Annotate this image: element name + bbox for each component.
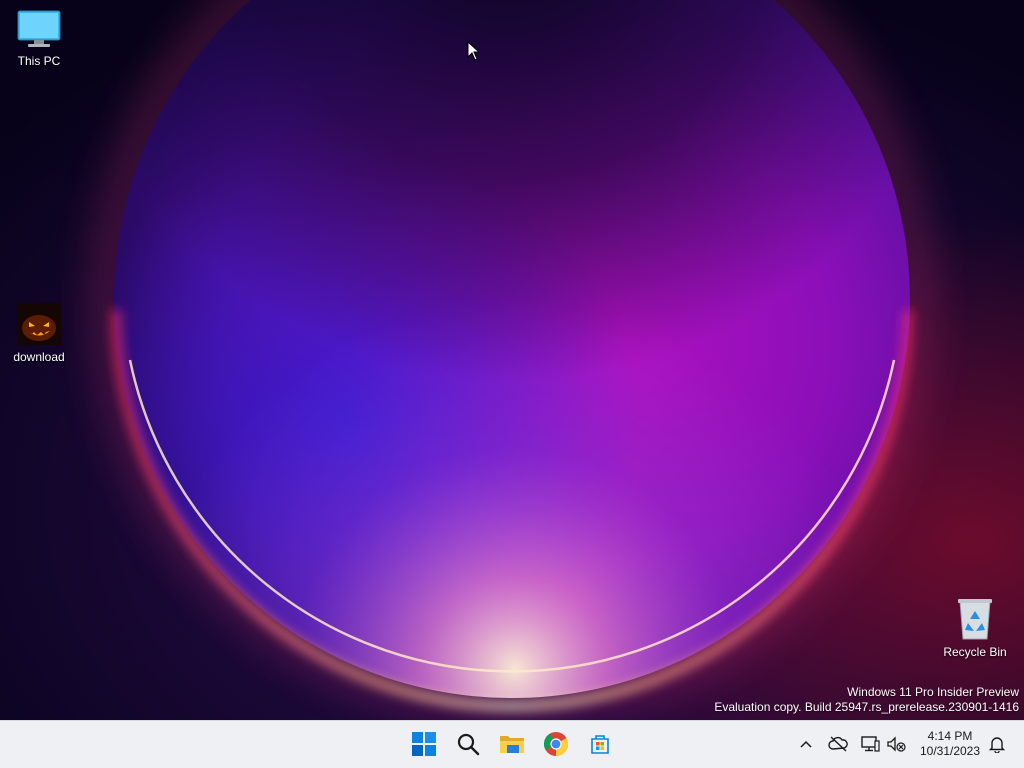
store-button[interactable]: [580, 724, 620, 764]
file-explorer-button[interactable]: [492, 724, 532, 764]
desktop-icon-this-pc[interactable]: This PC: [1, 10, 77, 68]
clock-date: 10/31/2023: [919, 744, 981, 758]
chrome-button[interactable]: [536, 724, 576, 764]
clock-time: 4:14 PM: [927, 729, 973, 743]
search-button[interactable]: [448, 724, 488, 764]
cloud-offline-icon: [828, 736, 848, 752]
watermark-build: Evaluation copy. Build 25947.rs_prerelea…: [714, 700, 1019, 714]
show-hidden-icons-button[interactable]: [795, 733, 817, 755]
watermark-edition: Windows 11 Pro Insider Preview: [847, 685, 1019, 699]
chevron-up-icon: [800, 740, 812, 748]
store-icon: [591, 735, 609, 754]
pumpkin-image-icon: [17, 303, 61, 345]
windows-logo-icon: [412, 732, 436, 756]
recycle-bin-icon: [958, 599, 992, 640]
taskbar-clock[interactable]: 4:14 PM 10/31/2023: [912, 729, 988, 759]
desktop-icon-label: Recycle Bin: [943, 645, 1007, 659]
chrome-icon: [543, 732, 569, 756]
volume-button[interactable]: [885, 733, 907, 755]
monitor-icon: [17, 10, 61, 47]
taskbar: 4:14 PM 10/31/2023: [0, 720, 1024, 768]
desktop-icon-download[interactable]: download: [1, 302, 77, 364]
desktop[interactable]: This PC download Recycle Bin Windows 11 …: [0, 0, 1024, 720]
desktop-icon-label: download: [13, 350, 65, 364]
evaluation-watermark: Windows 11 Pro Insider Preview Evaluatio…: [714, 685, 1019, 715]
notifications-button[interactable]: [986, 733, 1008, 755]
bell-icon: [988, 737, 1006, 753]
network-button[interactable]: [859, 733, 881, 755]
folder-icon: [500, 736, 524, 753]
desktop-icon-recycle-bin[interactable]: Recycle Bin: [937, 597, 1013, 659]
onedrive-button[interactable]: [827, 733, 849, 755]
start-button[interactable]: [404, 724, 444, 764]
mouse-cursor-icon: [467, 41, 481, 61]
speaker-muted-icon: [887, 736, 906, 752]
wallpaper-bloom: [0, 0, 1024, 720]
search-icon: [457, 733, 480, 756]
network-icon: [861, 736, 880, 752]
desktop-icon-label: This PC: [17, 54, 61, 68]
